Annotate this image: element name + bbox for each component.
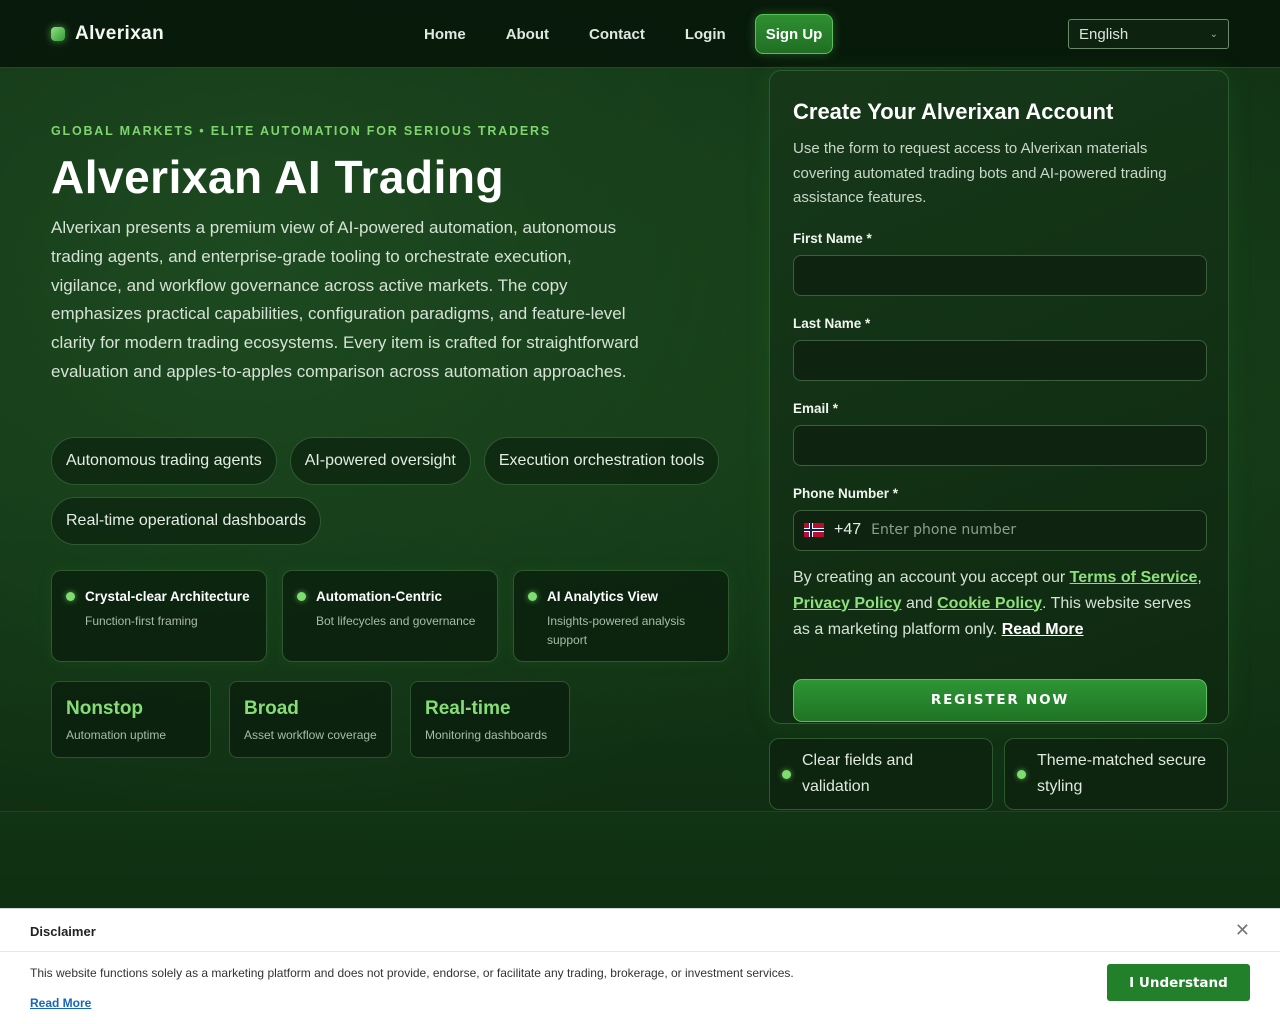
feature-subtitle: Bot lifecycles and governance bbox=[316, 614, 476, 628]
hero-title: Alverixan AI Trading bbox=[51, 151, 505, 203]
hero-description: Alverixan presents a premium view of AI-… bbox=[51, 218, 639, 381]
form-benefits: Clear fields and validation Theme-matche… bbox=[769, 738, 1228, 810]
feature-chips: Autonomous trading agents AI-powered ove… bbox=[51, 437, 741, 545]
feature-cards: Crystal-clear Architecture Function-firs… bbox=[51, 570, 729, 662]
stat-label: Monitoring dashboards bbox=[425, 728, 548, 742]
email-input[interactable] bbox=[793, 424, 1207, 466]
understand-button[interactable]: I Understand bbox=[1107, 964, 1250, 1001]
nav-link-contact[interactable]: Contact bbox=[569, 16, 665, 53]
disclaimer-header: Disclaimer ✕ bbox=[0, 909, 1280, 952]
bullet-dot-icon bbox=[1017, 769, 1026, 779]
feature-card: AI Analytics View Insights-powered analy… bbox=[513, 570, 729, 662]
bullet-dot-icon bbox=[528, 592, 537, 601]
stat-card: Nonstop Automation uptime bbox=[51, 681, 211, 758]
phone-input[interactable] bbox=[861, 511, 1206, 549]
consent-separator: , bbox=[1197, 568, 1202, 586]
benefit-text: Theme-matched secure styling bbox=[1037, 752, 1206, 795]
consent-text: By creating an account you accept our Te… bbox=[793, 565, 1207, 643]
stat-card: Broad Asset workflow coverage bbox=[229, 681, 392, 758]
benefit-text: Clear fields and validation bbox=[802, 752, 914, 795]
stat-label: Asset workflow coverage bbox=[244, 728, 377, 742]
stat-label: Automation uptime bbox=[66, 728, 167, 742]
nav-link-about[interactable]: About bbox=[486, 16, 569, 53]
feature-title: Crystal-clear Architecture bbox=[85, 589, 250, 604]
hero-eyebrow: GLOBAL MARKETS • ELITE AUTOMATION FOR SE… bbox=[51, 124, 552, 138]
disclaimer-title: Disclaimer bbox=[30, 924, 96, 939]
chip-ai-oversight: AI-powered oversight bbox=[289, 437, 471, 485]
feature-subtitle: Insights-powered analysis support bbox=[547, 614, 686, 647]
norway-flag-icon[interactable] bbox=[804, 523, 824, 537]
feature-subtitle: Function-first framing bbox=[85, 614, 198, 628]
disclaimer-banner: Disclaimer ✕ This website functions sole… bbox=[0, 908, 1280, 1024]
stat-card: Real-time Monitoring dashboards bbox=[410, 681, 570, 758]
terms-link[interactable]: Terms of Service bbox=[1070, 569, 1198, 586]
phone-label: Phone Number * bbox=[793, 485, 899, 501]
feature-title: Automation-Centric bbox=[316, 589, 442, 604]
signup-form-card: Create Your Alverixan Account Use the fo… bbox=[769, 70, 1229, 724]
close-icon[interactable]: ✕ bbox=[1235, 921, 1250, 939]
email-label: Email * bbox=[793, 400, 839, 416]
feature-card: Crystal-clear Architecture Function-firs… bbox=[51, 570, 267, 662]
bullet-dot-icon bbox=[782, 769, 791, 779]
signup-button[interactable]: Sign Up bbox=[754, 14, 834, 54]
register-button[interactable]: REGISTER NOW bbox=[793, 678, 1207, 722]
phone-field: +47 bbox=[793, 509, 1207, 551]
lower-section bbox=[0, 811, 1280, 908]
top-navigation: Alverixan Home About Contact Login Sign … bbox=[0, 0, 1280, 68]
chip-realtime-dashboards: Real-time operational dashboards bbox=[51, 497, 322, 545]
nav-link-home[interactable]: Home bbox=[404, 16, 486, 53]
form-title: Create Your Alverixan Account bbox=[793, 99, 1114, 124]
nav-link-login[interactable]: Login bbox=[665, 16, 746, 53]
bullet-dot-icon bbox=[66, 592, 75, 601]
stat-cards: Nonstop Automation uptime Broad Asset wo… bbox=[51, 681, 570, 758]
dial-code[interactable]: +47 bbox=[834, 521, 861, 539]
consent-prefix: By creating an account you accept our bbox=[793, 568, 1070, 586]
disclaimer-text: This website functions solely as a marke… bbox=[30, 966, 794, 980]
brand-mark-icon bbox=[51, 27, 65, 41]
read-more-link[interactable]: Read More bbox=[1002, 621, 1084, 638]
language-value: English bbox=[1079, 25, 1129, 43]
chip-autonomous-agents: Autonomous trading agents bbox=[51, 437, 277, 485]
language-select[interactable]: English ⌄ bbox=[1068, 19, 1229, 49]
benefit-card: Theme-matched secure styling bbox=[1004, 738, 1228, 810]
stat-value: Broad bbox=[244, 698, 299, 719]
brand-logo[interactable]: Alverixan bbox=[51, 23, 164, 45]
stat-value: Nonstop bbox=[66, 698, 144, 719]
last-name-input[interactable] bbox=[793, 339, 1207, 381]
privacy-link[interactable]: Privacy Policy bbox=[793, 595, 902, 612]
first-name-label: First Name * bbox=[793, 230, 872, 246]
feature-card: Automation-Centric Bot lifecycles and go… bbox=[282, 570, 498, 662]
disclaimer-read-more-link[interactable]: Read More bbox=[30, 996, 91, 1010]
bullet-dot-icon bbox=[297, 592, 306, 601]
brand-name: Alverixan bbox=[75, 23, 165, 44]
form-description: Use the form to request access to Alveri… bbox=[793, 140, 1167, 206]
nav-links: Home About Contact Login Sign Up bbox=[404, 14, 834, 54]
chevron-down-icon: ⌄ bbox=[1209, 28, 1218, 40]
cookie-link[interactable]: Cookie Policy bbox=[937, 595, 1042, 612]
chip-execution-tools: Execution orchestration tools bbox=[483, 437, 720, 485]
stat-value: Real-time bbox=[425, 698, 511, 719]
first-name-input[interactable] bbox=[793, 254, 1207, 296]
consent-and: and bbox=[901, 594, 938, 612]
last-name-label: Last Name * bbox=[793, 315, 871, 331]
feature-title: AI Analytics View bbox=[547, 589, 659, 604]
benefit-card: Clear fields and validation bbox=[769, 738, 993, 810]
